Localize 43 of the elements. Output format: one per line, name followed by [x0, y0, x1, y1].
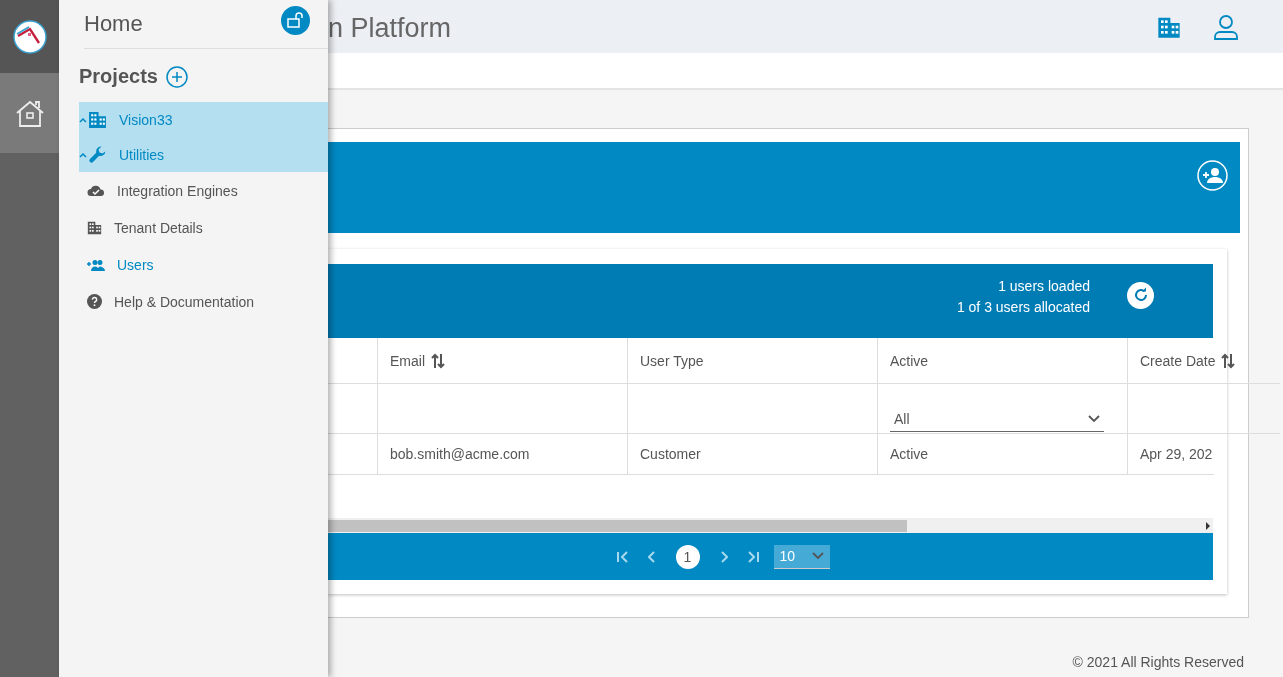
table-cell: Apr 29, 202 — [1127, 434, 1214, 474]
add-users-icon — [87, 258, 105, 271]
cloud-check-icon — [87, 184, 105, 197]
user-profile-button[interactable] — [1213, 13, 1239, 40]
logo-icon[interactable] — [12, 19, 47, 54]
column-header[interactable]: Email — [377, 338, 627, 383]
refresh-icon — [1132, 287, 1149, 303]
column-header[interactable]: Create Date — [1127, 338, 1280, 383]
copyright-text: © 2021 All Rights Reserved — [1072, 654, 1244, 670]
unlock-button[interactable] — [281, 5, 310, 35]
chevron-down-icon — [1088, 415, 1100, 423]
projects-heading: Projects — [79, 65, 158, 88]
sort-icon[interactable] — [1221, 352, 1236, 369]
table-cell: bob.smith@acme.com — [377, 434, 627, 474]
sort-icon[interactable] — [431, 352, 445, 369]
refresh-button[interactable] — [1127, 281, 1154, 309]
add-circle-icon[interactable] — [165, 65, 188, 88]
table-cell: Active — [877, 434, 1127, 474]
menu-item[interactable]: Help & Documentation — [59, 283, 328, 320]
app-title: n Platform — [328, 13, 452, 44]
page-number[interactable]: 1 — [675, 544, 700, 569]
help-icon — [87, 294, 102, 309]
menu-item[interactable]: Tenant Details — [59, 209, 328, 246]
drawer-title: Home — [84, 11, 143, 37]
summary-text: 1 users loaded — [998, 277, 1090, 294]
column-header: Active — [877, 338, 1127, 383]
building-icon — [87, 220, 102, 235]
home-icon — [14, 99, 45, 127]
building-icon — [88, 110, 107, 129]
column-header: User Type — [627, 338, 877, 383]
caret-up-icon[interactable] — [79, 151, 88, 158]
menu-item[interactable]: Users — [59, 246, 328, 283]
chevron-down-icon — [811, 552, 824, 560]
summary-text: 1 of 3 users allocated — [956, 298, 1090, 315]
wrench-icon — [88, 144, 108, 165]
arrow-right-icon[interactable] — [1203, 521, 1213, 530]
unlock-icon — [286, 12, 305, 28]
add-user-button[interactable] — [1197, 160, 1228, 191]
menu-item[interactable]: Integration Engines — [59, 172, 328, 209]
caret-up-icon[interactable] — [79, 116, 88, 123]
home-nav-item[interactable] — [0, 73, 59, 153]
table-cell: Customer — [627, 434, 877, 474]
filter-dropdown[interactable]: All — [890, 403, 1104, 432]
